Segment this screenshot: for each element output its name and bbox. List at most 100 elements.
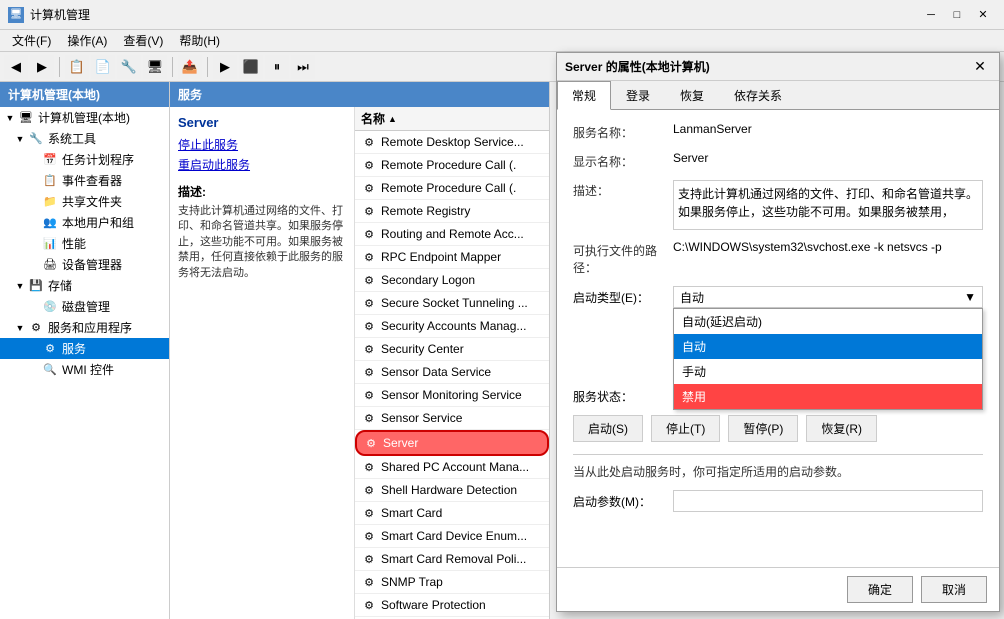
service-row[interactable]: ⚙Secure Socket Tunneling ... — [355, 292, 549, 315]
toolbar-stop[interactable]: ⬛ — [239, 55, 263, 79]
minimize-button[interactable]: ─ — [918, 5, 944, 25]
status-label: 服务状态： — [573, 388, 673, 405]
service-row[interactable]: ⚙Shell Hardware Detection — [355, 479, 549, 502]
resume-button[interactable]: 恢复(R) — [806, 415, 877, 442]
service-list[interactable]: 名称 ▲ ⚙Remote Desktop Service...⚙Remote P… — [355, 107, 549, 619]
sidebar-label: 磁盘管理 — [62, 298, 110, 315]
service-icon: ⚙ — [363, 435, 379, 451]
start-button[interactable]: 启动(S) — [573, 415, 643, 442]
menu-help[interactable]: 帮助(H) — [171, 30, 228, 51]
service-name: Remote Registry — [381, 204, 543, 218]
service-row[interactable]: ⚙Smart Card — [355, 502, 549, 525]
service-row[interactable]: ⚙Shared PC Account Mana... — [355, 456, 549, 479]
sidebar-item-computer[interactable]: ▼ 🖥 计算机管理(本地) — [0, 107, 169, 128]
toolbar-separator-1 — [59, 57, 60, 77]
sidebar-item-perf[interactable]: 📊 性能 — [0, 233, 169, 254]
service-icon: ⚙ — [361, 387, 377, 403]
params-row: 启动参数(M)： — [573, 490, 983, 512]
toolbar-restart[interactable]: ⏭ — [291, 55, 315, 79]
toolbar-pause[interactable]: ⏸ — [265, 55, 289, 79]
toolbar-forward[interactable]: ▶ — [30, 55, 54, 79]
restart-service-link[interactable]: 重启动此服务 — [178, 156, 346, 173]
service-row[interactable]: ⚙Sensor Data Service — [355, 361, 549, 384]
window-controls: ─ □ ✕ — [918, 5, 996, 25]
stop-service-link[interactable]: 停止此服务 — [178, 136, 346, 153]
apps-icon: ⚙ — [28, 320, 44, 336]
ok-button[interactable]: 确定 — [847, 576, 913, 603]
desc-value[interactable]: 支持此计算机通过网络的文件、打印、和命名管道共享。如果服务停止，这些功能不可用。… — [673, 180, 983, 230]
tab-recovery[interactable]: 恢复 — [665, 81, 719, 110]
sidebar-label: 服务和应用程序 — [48, 319, 132, 336]
service-row[interactable]: ⚙SNMP Trap — [355, 571, 549, 594]
arrow-icon — [28, 364, 40, 376]
service-name: Sensor Data Service — [381, 365, 543, 379]
cancel-button[interactable]: 取消 — [921, 576, 987, 603]
wmi-icon: 🔍 — [42, 362, 58, 378]
sidebar-item-events[interactable]: 📋 事件查看器 — [0, 170, 169, 191]
sidebar-item-disk[interactable]: 💿 磁盘管理 — [0, 296, 169, 317]
sidebar-item-services-apps[interactable]: ▼ ⚙ 服务和应用程序 — [0, 317, 169, 338]
sidebar-item-tasks[interactable]: 📅 任务计划程序 — [0, 149, 169, 170]
sidebar-item-devices[interactable]: 🖨 设备管理器 — [0, 254, 169, 275]
tab-general[interactable]: 常规 — [557, 81, 611, 110]
desc-title: 描述: — [178, 183, 346, 200]
service-row[interactable]: ⚙Software Protection — [355, 594, 549, 617]
service-row[interactable]: ⚙Remote Procedure Call (. — [355, 154, 549, 177]
sidebar-item-shared[interactable]: 📁 共享文件夹 — [0, 191, 169, 212]
service-row[interactable]: ⚙Remote Desktop Service... — [355, 131, 549, 154]
service-row[interactable]: ⚙Smart Card Device Enum... — [355, 525, 549, 548]
menu-view[interactable]: 查看(V) — [115, 30, 171, 51]
toolbar-btn1[interactable]: 📋 — [65, 55, 89, 79]
center-content: Server 停止此服务 重启动此服务 描述: 支持此计算机通过网络的文件、打印… — [170, 107, 549, 619]
toolbar-btn2[interactable]: 📄 — [91, 55, 115, 79]
tab-login[interactable]: 登录 — [611, 81, 665, 110]
service-row[interactable]: ⚙Sensor Service — [355, 407, 549, 430]
service-icon: ⚙ — [361, 203, 377, 219]
sidebar-item-users[interactable]: 👥 本地用户和组 — [0, 212, 169, 233]
toolbar-play[interactable]: ▶ — [213, 55, 237, 79]
sidebar-item-wmi[interactable]: 🔍 WMI 控件 — [0, 359, 169, 380]
toolbar-btn4[interactable]: 🖥 — [143, 55, 167, 79]
menu-file[interactable]: 文件(F) — [4, 30, 59, 51]
stop-button[interactable]: 停止(T) — [651, 415, 720, 442]
tab-dependencies[interactable]: 依存关系 — [719, 81, 797, 110]
service-row[interactable]: ⚙Secondary Logon — [355, 269, 549, 292]
startup-type-container: 自动 ▼ 自动(延迟启动) 自动 手动 禁用 — [673, 286, 983, 308]
menu-action[interactable]: 操作(A) — [59, 30, 115, 51]
service-row[interactable]: ⚙Sensor Monitoring Service — [355, 384, 549, 407]
exe-path-value: C:\WINDOWS\system32\svchost.exe -k netsv… — [673, 240, 983, 254]
sidebar-item-services[interactable]: ⚙ 服务 — [0, 338, 169, 359]
service-row[interactable]: ⚙Security Accounts Manag... — [355, 315, 549, 338]
service-icon: ⚙ — [361, 226, 377, 242]
service-row[interactable]: ⚙Remote Procedure Call (. — [355, 177, 549, 200]
toolbar-separator-3 — [207, 57, 208, 77]
dropdown-option-disabled[interactable]: 禁用 — [674, 384, 982, 409]
maximize-button[interactable]: □ — [944, 5, 970, 25]
service-row[interactable]: ⚙Smart Card Removal Poli... — [355, 548, 549, 571]
service-row[interactable]: ⚙ Remote Registry — [355, 200, 549, 223]
service-row[interactable]: ⚙Security Center — [355, 338, 549, 361]
service-row[interactable]: ⚙Server — [355, 430, 549, 456]
dropdown-option-auto[interactable]: 自动 — [674, 334, 982, 359]
sidebar-item-tools[interactable]: ▼ 🔧 系统工具 — [0, 128, 169, 149]
sidebar-item-storage[interactable]: ▼ 💾 存储 — [0, 275, 169, 296]
service-row[interactable]: ⚙Routing and Remote Acc... — [355, 223, 549, 246]
close-button[interactable]: ✕ — [970, 5, 996, 25]
center-header: 服务 — [170, 82, 549, 107]
sidebar-label: 性能 — [62, 235, 86, 252]
dropdown-option-manual[interactable]: 手动 — [674, 359, 982, 384]
params-input[interactable] — [673, 490, 983, 512]
dialog-close-button[interactable]: ✕ — [969, 57, 991, 77]
toolbar-back[interactable]: ◀ — [4, 55, 28, 79]
startup-type-select[interactable]: 自动 ▼ — [673, 286, 983, 308]
dropdown-option-delayed[interactable]: 自动(延迟启动) — [674, 309, 982, 334]
service-icon: ⚙ — [361, 341, 377, 357]
pause-button[interactable]: 暂停(P) — [728, 415, 798, 442]
service-name: Shared PC Account Mana... — [381, 460, 543, 474]
field-exe-path: 可执行文件的路径： C:\WINDOWS\system32\svchost.ex… — [573, 240, 983, 276]
service-icon: ⚙ — [361, 134, 377, 150]
service-row[interactable]: ⚙RPC Endpoint Mapper — [355, 246, 549, 269]
toolbar-export[interactable]: 📤 — [178, 55, 202, 79]
toolbar-btn3[interactable]: 🔧 — [117, 55, 141, 79]
startup-dropdown-menu[interactable]: 自动(延迟启动) 自动 手动 禁用 — [673, 308, 983, 410]
